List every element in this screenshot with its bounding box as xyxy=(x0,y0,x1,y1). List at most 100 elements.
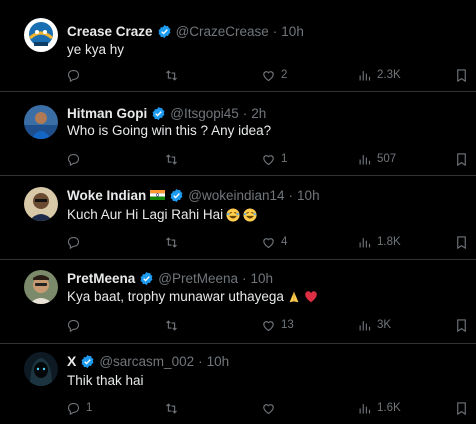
avatar[interactable] xyxy=(24,270,58,304)
views-button[interactable]: 3K xyxy=(357,316,391,334)
verified-badge-icon xyxy=(170,188,183,202)
display-name[interactable]: X xyxy=(67,353,76,369)
like-count: 13 xyxy=(281,319,294,331)
views-count: 3K xyxy=(377,319,392,331)
retweet-button[interactable] xyxy=(164,399,184,417)
verified-badge-icon xyxy=(152,106,165,120)
views-icon xyxy=(359,237,371,247)
views-icon xyxy=(359,154,371,164)
post-time[interactable]: 2h xyxy=(251,106,266,121)
reply-icon xyxy=(67,402,80,415)
bookmark-icon xyxy=(457,68,466,82)
india-flag-icon xyxy=(150,190,166,200)
reply-icon xyxy=(67,69,80,82)
like-button[interactable]: 1 xyxy=(261,150,287,168)
reply-count: 1 xyxy=(86,402,93,414)
like-button[interactable] xyxy=(261,399,281,417)
post-header: Hitman Gopi @Itsgopi45 · 2h xyxy=(67,104,266,122)
reply-button[interactable]: 1 xyxy=(66,399,92,417)
like-count: 2 xyxy=(281,69,288,81)
bookmark-button[interactable] xyxy=(454,316,469,334)
views-button[interactable]: 1.6K xyxy=(357,399,401,417)
user-handle[interactable]: @wokeindian14 xyxy=(188,188,284,203)
bookmark-button[interactable] xyxy=(454,233,469,251)
post-time[interactable]: 10h xyxy=(297,188,320,203)
views-icon xyxy=(359,70,371,80)
like-button[interactable]: 4 xyxy=(261,233,287,251)
user-handle[interactable]: @CrazeCrease xyxy=(176,24,269,39)
post-text: Who is Going win this ? Any idea? xyxy=(67,123,272,138)
reply-button[interactable] xyxy=(66,316,86,334)
user-handle[interactable]: @PretMeena xyxy=(158,271,238,286)
avatar[interactable] xyxy=(24,187,58,221)
retweet-button[interactable] xyxy=(164,150,184,168)
views-count: 1.8K xyxy=(377,236,401,248)
post-header: Crease Craze @CrazeCrease · 10h xyxy=(67,22,304,40)
post-header: PretMeena @PretMeena · 10h xyxy=(67,269,273,287)
retweet-button[interactable] xyxy=(164,66,184,84)
post-actions: 1 507 xyxy=(0,150,476,168)
reply-icon xyxy=(67,153,80,166)
post-text: Kya baat, trophy munawar uthayega xyxy=(67,289,318,304)
like-button[interactable]: 13 xyxy=(261,316,294,334)
post-text: Thik thak hai xyxy=(67,373,144,388)
retweet-button[interactable] xyxy=(164,316,184,334)
retweet-icon xyxy=(166,402,177,414)
post-text: ye kya hy xyxy=(67,42,125,57)
post-crease-craze[interactable]: Crease Craze @CrazeCrease · 10h ye kya h… xyxy=(0,0,476,92)
post-actions: 2 2.3K xyxy=(0,66,476,84)
like-icon xyxy=(263,154,274,165)
post-text-content: Kuch Aur Hi Lagi Rahi Hai xyxy=(67,207,224,222)
post-sarcasm[interactable]: X @sarcasm_002 · 10h Thik thak hai 1 1.6… xyxy=(0,344,476,424)
separator-dot: · xyxy=(242,105,248,121)
post-time[interactable]: 10h xyxy=(251,271,274,286)
like-icon xyxy=(263,70,274,81)
post-actions: 1 1.6K xyxy=(0,399,476,417)
folded-hands-emoji-icon xyxy=(289,291,299,302)
verified-badge-icon xyxy=(140,271,153,285)
post-hitman-gopi[interactable]: Hitman Gopi @Itsgopi45 · 2h Who is Going… xyxy=(0,92,476,176)
like-count: 1 xyxy=(281,153,288,165)
verified-badge-icon xyxy=(81,354,94,368)
reply-button[interactable] xyxy=(66,66,86,84)
avatar[interactable] xyxy=(24,105,58,139)
post-woke-indian[interactable]: Woke Indian @wokeindian14 · 10h Kuch Aur… xyxy=(0,176,476,260)
laughing-emoji-icon xyxy=(226,207,240,222)
views-icon xyxy=(359,403,371,413)
bookmark-button[interactable] xyxy=(454,150,469,168)
post-actions: 4 1.8K xyxy=(0,233,476,251)
bookmark-icon xyxy=(457,235,466,249)
bookmark-icon xyxy=(457,401,466,415)
like-icon xyxy=(263,403,274,414)
views-button[interactable]: 507 xyxy=(357,150,396,168)
user-handle[interactable]: @Itsgopi45 xyxy=(170,106,239,121)
bookmark-icon xyxy=(457,152,466,166)
retweet-button[interactable] xyxy=(164,233,184,251)
avatar[interactable] xyxy=(24,18,58,52)
display-name[interactable]: Crease Craze xyxy=(67,24,153,39)
red-heart-emoji-icon xyxy=(305,290,317,302)
post-time[interactable]: 10h xyxy=(207,354,230,369)
bookmark-icon xyxy=(457,318,466,332)
display-name[interactable]: Woke Indian xyxy=(67,188,146,203)
post-actions: 13 3K xyxy=(0,316,476,334)
user-handle[interactable]: @sarcasm_002 xyxy=(99,354,194,369)
post-pretmeena[interactable]: PretMeena @PretMeena · 10h Kya baat, tro… xyxy=(0,260,476,344)
verified-badge-icon xyxy=(158,24,170,38)
like-button[interactable]: 2 xyxy=(261,66,287,84)
separator-dot: · xyxy=(272,23,278,39)
post-text: Kuch Aur Hi Lagi Rahi Hai xyxy=(67,207,257,222)
retweet-icon xyxy=(166,319,177,331)
reply-button[interactable] xyxy=(66,233,86,251)
bookmark-button[interactable] xyxy=(454,66,469,84)
avatar[interactable] xyxy=(24,352,58,386)
post-time[interactable]: 10h xyxy=(281,24,304,39)
views-button[interactable]: 2.3K xyxy=(357,66,401,84)
bookmark-button[interactable] xyxy=(454,399,469,417)
reply-button[interactable] xyxy=(66,150,86,168)
views-count: 507 xyxy=(377,153,397,165)
display-name[interactable]: Hitman Gopi xyxy=(67,106,147,121)
views-button[interactable]: 1.8K xyxy=(357,233,401,251)
display-name[interactable]: PretMeena xyxy=(67,271,135,286)
separator-dot: · xyxy=(242,270,247,286)
